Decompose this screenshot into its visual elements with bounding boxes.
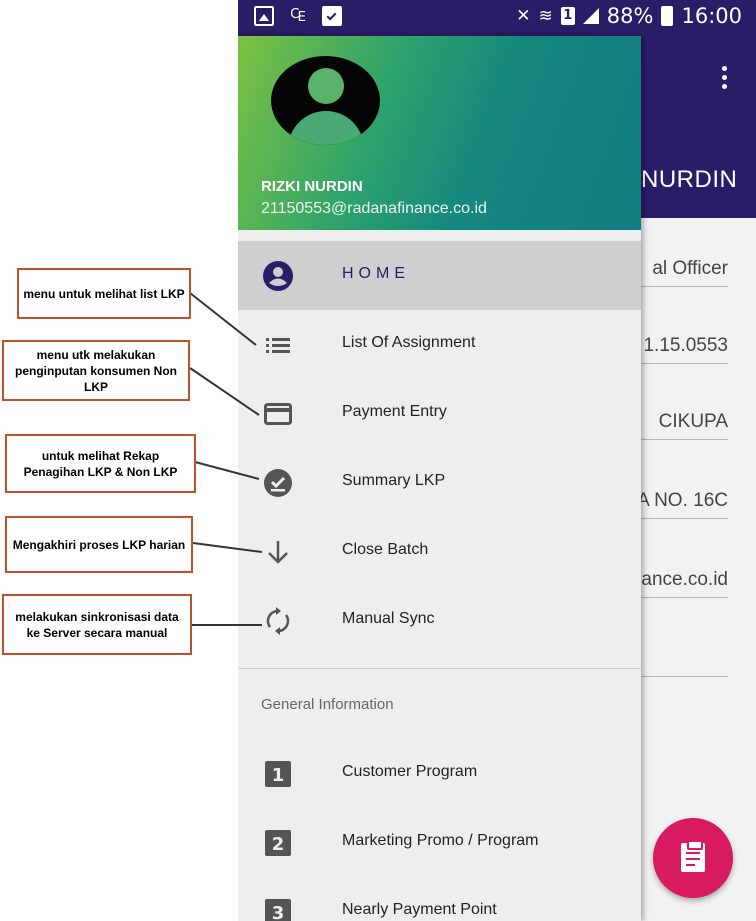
menu-label-manual-sync: Manual Sync bbox=[342, 610, 435, 627]
svg-text:1: 1 bbox=[272, 765, 285, 786]
menu-label-customer-program: Customer Program bbox=[342, 763, 478, 780]
check-circle-icon bbox=[264, 469, 292, 497]
status-right: ✕ ≋ 1 88% 16:00 bbox=[516, 4, 742, 28]
sim-icon: 1 bbox=[560, 7, 575, 25]
menu-item-nearly-payment-point[interactable]: 3 Nearly Payment Point bbox=[238, 877, 641, 921]
menu-label-home: HOME bbox=[342, 265, 410, 282]
app-toolbar: NURDIN bbox=[641, 36, 756, 218]
credit-card-icon bbox=[264, 403, 292, 425]
annotation-list-assignment: menu untuk melihat list LKP bbox=[17, 268, 191, 319]
menu-label-nearly-payment-point: Nearly Payment Point bbox=[342, 901, 497, 918]
fab-clipboard-button[interactable] bbox=[653, 818, 733, 898]
number-3-icon: 3 bbox=[265, 899, 291, 921]
user-name: RIZKI NURDIN bbox=[261, 178, 363, 195]
image-notification-icon bbox=[254, 6, 274, 26]
menu-label-list-of-assignment: List Of Assignment bbox=[342, 334, 476, 351]
profile-field-empty bbox=[641, 648, 728, 677]
status-notification-icons: ₠ bbox=[254, 6, 342, 26]
profile-content: al Officer 1.15.0553 CIKUPA A NO. 16C an… bbox=[641, 218, 756, 921]
wifi-icon: ≋ bbox=[538, 6, 553, 26]
annotation-summary-lkp: untuk melihat Rekap Penagihan LKP & Non … bbox=[5, 434, 196, 493]
overflow-menu-icon[interactable] bbox=[722, 66, 728, 93]
menu-label-marketing-promo: Marketing Promo / Program bbox=[342, 832, 539, 849]
section-title-general-information: General Information bbox=[261, 696, 394, 713]
status-bar: ₠ ✕ ≋ 1 88% 16:00 bbox=[238, 0, 756, 36]
menu-item-list-of-assignment[interactable]: List Of Assignment bbox=[238, 310, 641, 379]
number-1-icon: 1 bbox=[265, 761, 291, 787]
profile-field-branch: CIKUPA bbox=[641, 411, 728, 440]
annotation-close-batch: Mengakhiri proses LKP harian bbox=[5, 516, 193, 573]
list-icon bbox=[266, 338, 290, 353]
account-circle-icon bbox=[263, 261, 293, 291]
avatar-icon bbox=[271, 56, 380, 145]
svg-text:2: 2 bbox=[272, 834, 285, 855]
clipboard-icon bbox=[681, 840, 705, 872]
signal-icon bbox=[582, 8, 599, 24]
arrow-down-icon bbox=[268, 541, 288, 564]
clock: 16:00 bbox=[681, 4, 742, 28]
menu-item-customer-program[interactable]: 1 Customer Program bbox=[238, 739, 641, 808]
navigation-drawer: RIZKI NURDIN 21150553@radanafinance.co.i… bbox=[238, 36, 641, 921]
phone-screen: ₠ ✕ ≋ 1 88% 16:00 NURDIN al Officer 1.15… bbox=[238, 0, 756, 921]
menu-label-payment-entry: Payment Entry bbox=[342, 403, 447, 420]
menu-item-payment-entry[interactable]: Payment Entry bbox=[238, 379, 641, 448]
menu-item-home[interactable]: HOME bbox=[238, 241, 641, 310]
app-title-fragment: NURDIN bbox=[641, 166, 738, 193]
annotation-manual-sync: melakukan sinkronisasi data ke Server se… bbox=[2, 594, 192, 655]
battery-icon bbox=[661, 6, 674, 26]
battery-percent: 88% bbox=[606, 4, 654, 28]
sync-icon bbox=[266, 607, 290, 635]
svg-text:3: 3 bbox=[272, 903, 285, 921]
menu-item-summary-lkp[interactable]: Summary LKP bbox=[238, 448, 641, 517]
currency-notification-icon: ₠ bbox=[290, 5, 306, 26]
profile-field-address: A NO. 16C bbox=[641, 490, 728, 519]
profile-field-position: al Officer bbox=[641, 258, 728, 287]
user-email: 21150553@radanafinance.co.id bbox=[261, 200, 487, 217]
menu-item-manual-sync[interactable]: Manual Sync bbox=[238, 586, 641, 655]
profile-field-id: 1.15.0553 bbox=[641, 335, 728, 364]
menu-item-marketing-promo[interactable]: 2 Marketing Promo / Program bbox=[238, 808, 641, 877]
menu-label-summary-lkp: Summary LKP bbox=[342, 472, 446, 489]
clipboard-check-icon bbox=[322, 6, 342, 26]
profile-field-email: ance.co.id bbox=[641, 569, 728, 598]
mute-icon: ✕ bbox=[516, 6, 531, 26]
annotation-payment-entry: menu utk melakukan penginputan konsumen … bbox=[2, 340, 190, 401]
menu-label-close-batch: Close Batch bbox=[342, 541, 429, 558]
number-2-icon: 2 bbox=[265, 830, 291, 856]
drawer-divider bbox=[238, 668, 641, 669]
menu-item-close-batch[interactable]: Close Batch bbox=[238, 517, 641, 586]
drawer-header: RIZKI NURDIN 21150553@radanafinance.co.i… bbox=[238, 36, 641, 230]
